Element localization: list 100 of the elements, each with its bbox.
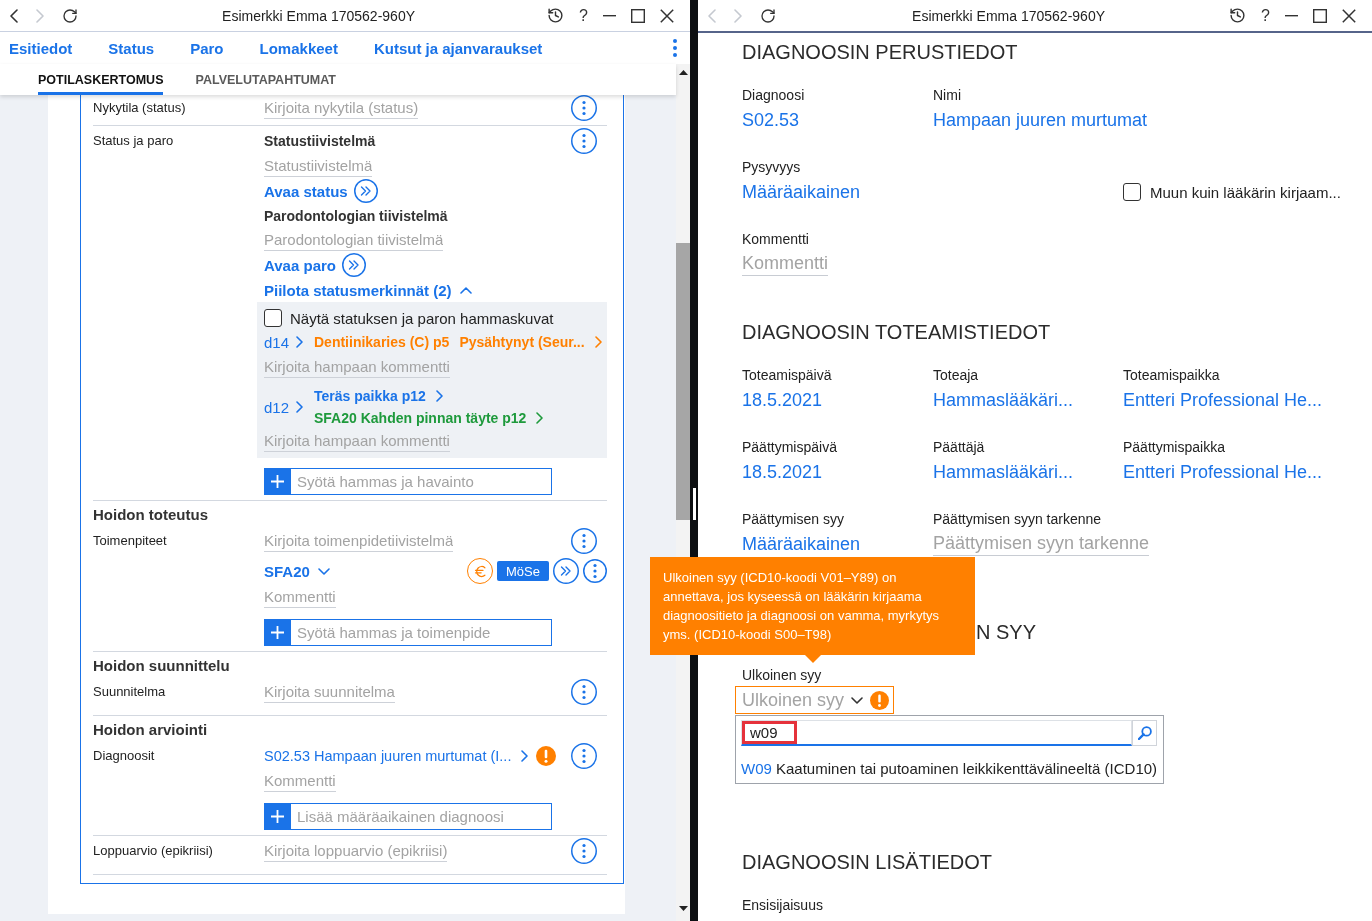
field-label: Toteamispäivä (742, 366, 832, 385)
row-label: Suunnitelma (93, 683, 166, 701)
toggle-link[interactable]: Piilota statusmerkinnät (2) (264, 278, 472, 302)
chevron-right-icon (536, 412, 544, 424)
nav-link[interactable]: Esitiedot (9, 39, 73, 57)
field-value[interactable]: Hammaslääkäri... (933, 387, 1074, 413)
chevron-right-icon (296, 336, 304, 348)
section-heading: Hoidon arviointi (93, 720, 208, 740)
field-value[interactable]: S02.53 (742, 107, 800, 133)
section-heading: DIAGNOOSIN PERUSTIEDOT (742, 40, 1018, 65)
nav-link[interactable]: Status (108, 39, 155, 57)
more-icon[interactable] (673, 39, 677, 57)
field-value[interactable]: 18.5.2021 (742, 387, 823, 413)
section-heading: N SYY (976, 620, 1037, 645)
nav-link[interactable]: Lomakkeet (259, 39, 338, 57)
option-item[interactable]: W09 Kaatuminen tai putoaminen leikkikenttävälineeltä (ICD10) (741, 757, 1158, 781)
field-value[interactable]: Entteri Professional He... (1123, 459, 1323, 485)
search-field[interactable]: w09 (745, 724, 794, 741)
chevron-down-icon (317, 567, 330, 575)
window-title: Esimerkki Emma 170562-960Y (912, 7, 1106, 24)
scrollbar-thumb[interactable] (676, 243, 690, 520)
tooltip: Ulkoinen syy (ICD10-koodi V01–Y89) on annettava, jos kyseessä on lääkärin kirjaama diagnoositieto ja diagnoosi on vamma, myrkytys yms. (ICD10-koodi S00–T98) (650, 557, 975, 663)
minimize-icon[interactable] (603, 14, 616, 17)
field-value[interactable]: Määräaikainen (742, 531, 861, 557)
field-value[interactable]: Määräaikainen (742, 179, 861, 205)
tooth-link[interactable]: d12 (264, 398, 304, 416)
row-label: Diagnoosit (93, 747, 155, 765)
field-label: Ulkoinen syy (742, 666, 822, 685)
text-field[interactable]: Kirjoita hampaan kommentti (264, 356, 450, 378)
field-label: Nimi (933, 86, 961, 105)
select-field[interactable]: Ulkoinen syy (735, 686, 895, 714)
help-button[interactable]: ? (1261, 6, 1270, 25)
search-button[interactable] (1132, 720, 1158, 746)
more-icon[interactable] (571, 838, 597, 864)
more-icon[interactable] (571, 743, 597, 769)
text-field[interactable]: Kirjoita nykytila (status) (264, 97, 419, 119)
action-link[interactable]: Avaa status (264, 182, 348, 200)
more-icon[interactable] (571, 679, 597, 705)
text-field[interactable]: Kirjoita hampaan kommentti (264, 430, 450, 452)
text-field[interactable]: Kommentti (264, 770, 336, 792)
back-icon[interactable] (10, 8, 18, 23)
minimize-icon[interactable] (1285, 14, 1298, 17)
diagnosis-link[interactable]: S02.53 Hampaan juuren murtumat (I... (264, 748, 529, 764)
refresh-icon[interactable] (62, 7, 78, 24)
double-chevron-icon[interactable] (342, 253, 366, 277)
help-button[interactable]: ? (579, 6, 588, 25)
splitter-handle[interactable] (692, 488, 696, 520)
window-title: Esimerkki Emma 170562-960Y (222, 7, 416, 24)
field-value[interactable]: Entteri Professional He... (1123, 387, 1323, 413)
text-field[interactable]: Kommentti (742, 252, 829, 276)
more-icon[interactable] (571, 528, 597, 554)
nav-link[interactable]: Kutsut ja ajanvaraukset (373, 39, 543, 57)
text-field[interactable]: Päättymisen syyn tarkenne (933, 532, 1150, 556)
history-icon[interactable] (1229, 7, 1247, 24)
more-icon[interactable] (583, 559, 607, 583)
finding-link[interactable]: SFA20 Kahden pinnan täyte p12 (314, 407, 544, 429)
field-label: Ensisijaisuus (742, 896, 823, 915)
add-button[interactable] (264, 619, 291, 646)
field-value[interactable]: Hammaslääkäri... (933, 459, 1074, 485)
chevron-up-icon (459, 286, 472, 294)
checkbox[interactable] (1123, 183, 1141, 201)
triangle-down-icon[interactable] (678, 905, 688, 911)
history-icon[interactable] (547, 7, 565, 24)
more-icon[interactable] (571, 95, 597, 121)
field-value[interactable]: 18.5.2021 (742, 459, 823, 485)
text-field[interactable]: Kirjoita loppuarvio (epikriisi) (264, 840, 448, 862)
text-field[interactable]: Kirjoita suunnitelma (264, 681, 395, 703)
finding-link[interactable]: Teräs paikka p12 (314, 385, 443, 407)
field-label: Päättymispäivä (742, 438, 837, 457)
action-link[interactable]: Avaa paro (264, 256, 336, 274)
text-field[interactable]: Parodontologian tiivistelmä (264, 229, 444, 251)
chevron-right-icon (521, 750, 529, 762)
text-field[interactable]: Kirjoita toimenpidetiivistelmä (264, 530, 454, 552)
refresh-icon[interactable] (760, 7, 776, 24)
field-value[interactable]: Hampaan juuren murtumat (933, 107, 1148, 133)
field-label: Pysyvyys (742, 158, 801, 177)
row-label: Toimenpiteet (93, 532, 167, 550)
text-field[interactable]: Statustiivistelmä (264, 155, 373, 177)
procedure-dropdown[interactable]: SFA20 (264, 562, 330, 580)
field-label: Toteaja (933, 366, 979, 385)
close-icon[interactable] (1342, 8, 1356, 23)
double-chevron-icon[interactable] (353, 179, 378, 203)
tab[interactable]: PALVELUTAPAHTUMAT (195, 64, 336, 95)
text-field[interactable]: Kommentti (264, 586, 336, 608)
input-field[interactable]: Syötä hammas ja havainto (291, 468, 552, 495)
close-icon[interactable] (660, 8, 674, 23)
maximize-icon[interactable] (1313, 8, 1327, 23)
more-icon[interactable] (571, 128, 597, 154)
plus-icon (271, 626, 284, 639)
action-button[interactable]: MöSe (497, 561, 549, 581)
maximize-icon[interactable] (631, 8, 645, 23)
checkbox[interactable] (264, 309, 282, 327)
input-field[interactable]: Syötä hammas ja toimenpide (291, 619, 552, 646)
add-button[interactable] (264, 468, 291, 495)
double-chevron-icon[interactable] (553, 558, 579, 584)
triangle-up-icon[interactable] (678, 70, 688, 75)
tooth-link[interactable]: d14 (264, 333, 304, 351)
nav-link[interactable]: Paro (190, 39, 224, 57)
add-button[interactable] (264, 803, 291, 830)
input-field[interactable]: Lisää määräaikainen diagnoosi (291, 803, 552, 830)
